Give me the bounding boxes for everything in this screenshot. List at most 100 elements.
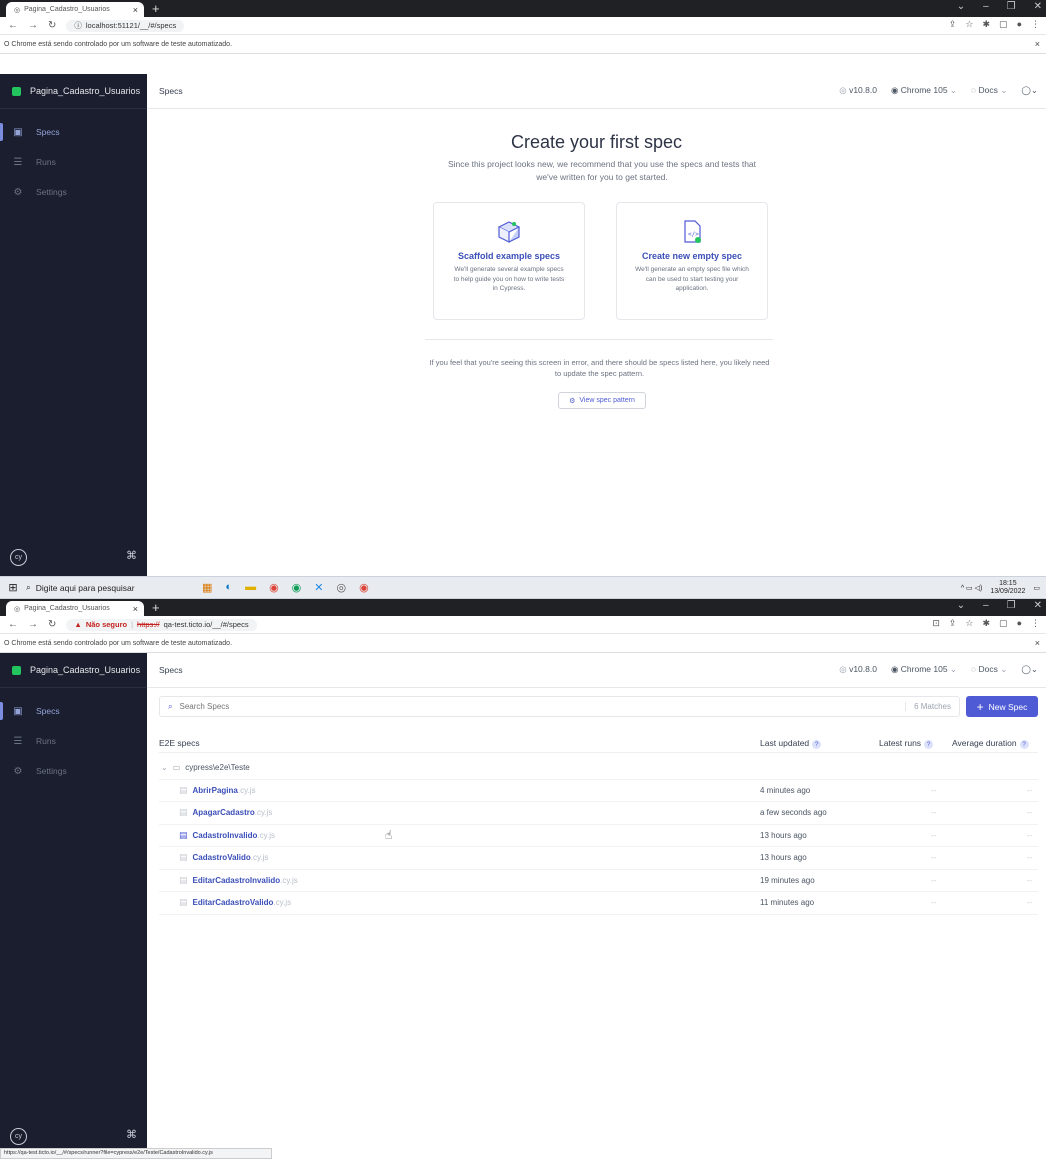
url-field[interactable]: ⓘ localhost:51121/__/#/specs xyxy=(66,19,185,32)
sidebar-item-specs[interactable]: ▣ Specs xyxy=(0,117,147,147)
not-secure-text: Não seguro xyxy=(85,620,128,629)
table-row[interactable]: ▤ EditarCadastroInvalido.cy.js 19 minute… xyxy=(159,870,1038,892)
table-row[interactable]: ▤ CadastroValido.cy.js 13 hours ago -- -… xyxy=(159,847,1038,870)
minimize-icon[interactable]: – xyxy=(983,600,989,611)
close-tab-icon[interactable]: × xyxy=(133,604,138,614)
new-tab-button[interactable]: + xyxy=(152,599,160,616)
document-icon: ▤ xyxy=(179,807,188,818)
vscode-icon[interactable]: ✕ xyxy=(314,581,323,594)
average-duration: -- xyxy=(1026,875,1032,885)
sidebar-item-runs[interactable]: ☰ Runs xyxy=(0,726,147,756)
help-icon[interactable]: ? xyxy=(1019,739,1029,749)
project-name: Pagina_Cadastro_Usuarios xyxy=(30,665,141,675)
url-field[interactable]: ▲ Não seguro | https://qa-test.ticto.io/… xyxy=(66,618,257,631)
project-switcher[interactable]: Pagina_Cadastro_Usuarios xyxy=(0,653,147,688)
forward-icon[interactable]: → xyxy=(28,20,38,31)
card-title: Create new empty spec xyxy=(641,251,743,261)
edge-icon[interactable]: ◐ xyxy=(225,581,232,594)
matches-count: 6 Matches xyxy=(905,702,951,711)
help-icon[interactable]: ? xyxy=(812,739,822,749)
share-icon[interactable]: ⇪ xyxy=(949,618,957,629)
extensions-icon[interactable]: ✱ xyxy=(983,19,991,30)
cypress-icon[interactable]: ◎ xyxy=(337,581,347,594)
notifications-icon[interactable]: ▭ xyxy=(1033,584,1040,592)
spec-search-box[interactable]: ⌕ 6 Matches xyxy=(159,696,960,717)
new-empty-spec-card[interactable]: </> Create new empty spec We'll generate… xyxy=(616,202,768,320)
version-badge[interactable]: ◎ v10.8.0 xyxy=(839,664,877,675)
tray-icons[interactable]: ^ ▭ ◁) xyxy=(961,584,983,592)
back-icon[interactable]: ← xyxy=(8,619,18,630)
spec-name: EditarCadastroInvalido xyxy=(192,875,281,885)
widgets-icon[interactable]: ▦ xyxy=(202,581,212,594)
restore-icon[interactable]: ❐ xyxy=(1007,1,1016,12)
last-updated: 13 hours ago xyxy=(760,830,807,840)
browser-tab[interactable]: ◎ Pagina_Cadastro_Usuarios × xyxy=(6,601,144,616)
browser-tab[interactable]: ◎ Pagina_Cadastro_Usuarios × xyxy=(6,2,144,17)
extensions-icon[interactable]: ✱ xyxy=(983,618,991,629)
keyboard-shortcuts-icon[interactable]: ⌘ xyxy=(126,549,137,566)
taskbar-search-text: Digite aqui para pesquisar xyxy=(35,582,135,593)
close-window-icon[interactable]: ✕ xyxy=(1034,1,1042,12)
menu-icon[interactable]: ⋮ xyxy=(1031,19,1040,30)
keyboard-shortcuts-icon[interactable]: ⌘ xyxy=(126,1128,137,1145)
chrome-icon[interactable]: ◉ xyxy=(292,581,302,594)
browser-selector[interactable]: ◉ Chrome 105 ⌄ xyxy=(891,664,957,675)
folder-row[interactable]: ⌄ ▭ cypress\e2e\Teste xyxy=(159,757,1038,780)
minimize-icon[interactable]: – xyxy=(983,1,989,12)
chevron-down-icon[interactable]: ⌄ xyxy=(957,600,965,611)
profile-icon[interactable]: ● xyxy=(1017,618,1022,629)
version-badge[interactable]: ◎ v10.8.0 xyxy=(839,85,877,96)
chrome-icon: ◉ xyxy=(890,85,899,95)
table-row[interactable]: ▤ AbrirPagina.cy.js 4 minutes ago -- -- xyxy=(159,780,1038,802)
new-spec-button[interactable]: + New Spec xyxy=(966,696,1038,717)
help-icon[interactable]: ? xyxy=(924,739,934,749)
browser-selector[interactable]: ◉ Chrome 105 ⌄ xyxy=(891,85,957,96)
sidepanel-icon[interactable]: ▢ xyxy=(999,618,1008,629)
forward-icon[interactable]: → xyxy=(28,619,38,630)
chrome-icon[interactable]: ◉ xyxy=(359,581,369,594)
file-explorer-icon[interactable]: ▬ xyxy=(245,581,256,594)
close-infobar-icon[interactable]: × xyxy=(1035,638,1040,648)
docs-menu[interactable]: ◌ Docs ⌄ xyxy=(971,664,1007,675)
sidebar-item-specs[interactable]: ▣ Specs xyxy=(0,696,147,726)
sidebar-item-settings[interactable]: ⚙ Settings xyxy=(0,756,147,786)
table-row[interactable]: ▤ ApagarCadastro.cy.js a few seconds ago… xyxy=(159,802,1038,825)
restore-icon[interactable]: ❐ xyxy=(1007,600,1016,611)
automation-banner-text: O Chrome está sendo controlado por um so… xyxy=(4,639,233,647)
reload-icon[interactable]: ↻ xyxy=(48,20,56,31)
project-switcher[interactable]: Pagina_Cadastro_Usuarios xyxy=(0,74,147,109)
reload-icon[interactable]: ↻ xyxy=(48,619,56,630)
search-input[interactable] xyxy=(177,701,482,712)
star-icon[interactable]: ☆ xyxy=(965,618,973,629)
chevron-down-icon[interactable]: ⌄ xyxy=(957,1,965,12)
page-title: Specs xyxy=(159,86,183,96)
sidebar-item-runs[interactable]: ☰ Runs xyxy=(0,147,147,177)
table-row[interactable]: ▤ CadastroInvalido.cy.js ☝ 13 hours ago … xyxy=(159,825,1038,847)
close-infobar-icon[interactable]: × xyxy=(1035,39,1040,49)
chrome-icon[interactable]: ◉ xyxy=(269,581,279,594)
windows-start-icon[interactable]: ⊞ xyxy=(0,581,26,594)
share-icon[interactable]: ⇪ xyxy=(949,19,957,30)
version-icon: ◎ xyxy=(839,85,847,95)
clock[interactable]: 18:15 13/09/2022 xyxy=(990,580,1025,596)
taskbar-search[interactable]: ⌕ Digite aqui para pesquisar xyxy=(26,582,172,593)
view-spec-pattern-button[interactable]: ⚙ View spec pattern xyxy=(558,392,646,409)
profile-icon[interactable]: ● xyxy=(1017,19,1022,30)
new-tab-button[interactable]: + xyxy=(152,0,160,17)
menu-icon[interactable]: ⋮ xyxy=(1031,618,1040,629)
user-avatar-icon[interactable]: ◯⌄ xyxy=(1021,85,1038,96)
back-icon[interactable]: ← xyxy=(8,20,18,31)
chrome-icon: ◉ xyxy=(890,664,899,674)
user-avatar-icon[interactable]: ◯⌄ xyxy=(1021,664,1038,675)
sidebar-item-settings[interactable]: ⚙ Settings xyxy=(0,177,147,207)
table-row[interactable]: ▤ EditarCadastroValido.cy.js 11 minutes … xyxy=(159,892,1038,915)
docs-menu[interactable]: ◌ Docs ⌄ xyxy=(971,85,1007,96)
col-last-updated: Last updated? xyxy=(760,738,822,749)
sidepanel-icon[interactable]: ▢ xyxy=(999,19,1008,30)
translate-icon[interactable]: ⊡ xyxy=(932,618,940,629)
close-window-icon[interactable]: ✕ xyxy=(1034,600,1042,611)
star-icon[interactable]: ☆ xyxy=(965,19,973,30)
scaffold-specs-card[interactable]: Scaffold example specs We'll generate se… xyxy=(433,202,585,320)
close-tab-icon[interactable]: × xyxy=(133,5,138,15)
plus-icon: + xyxy=(976,699,984,714)
